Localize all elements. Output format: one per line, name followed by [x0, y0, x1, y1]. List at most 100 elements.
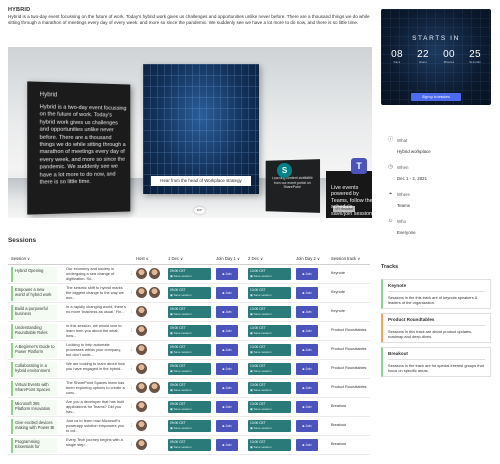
avatar[interactable]	[136, 420, 147, 431]
avatar[interactable]	[148, 382, 160, 393]
countdown-caption: Days	[393, 61, 401, 64]
day2-time-button[interactable]: 13:00 CET ▣ Save session	[248, 325, 291, 337]
join-day2-button[interactable]: ■ Join	[296, 344, 318, 356]
column-header-track[interactable]: Session track ∨	[331, 256, 360, 261]
join-day2-button[interactable]: ■ Join	[296, 306, 318, 318]
join-day1-button[interactable]: ■ Join	[216, 268, 238, 280]
avatar[interactable]	[136, 439, 147, 450]
join-day1-button[interactable]: ■ Join	[216, 420, 238, 432]
info-icon: ⓘ	[387, 137, 394, 143]
countdown-caption: Minutes	[443, 61, 455, 64]
day1-time-button[interactable]: 09:00 CET ▣ Save session	[168, 420, 211, 432]
column-header-session[interactable]: Session ∨	[11, 256, 30, 261]
day2-time-button[interactable]: 13:00 CET ▣ Save session	[248, 344, 291, 356]
day1-time-button[interactable]: 09:00 CET ▣ Save session	[168, 363, 211, 375]
track-card-breakout[interactable]: Breakout Sessions in the track are for s…	[381, 347, 491, 377]
day1-time-button[interactable]: 09:00 CET ▣ Save session	[168, 325, 211, 337]
avatar[interactable]	[136, 344, 147, 355]
track-card-keynote[interactable]: Keynote Sessions in the this track are o…	[381, 279, 491, 309]
day2-time-button[interactable]: 13:00 CET ▣ Save session	[248, 401, 291, 413]
more-icon[interactable]: ⋮	[129, 290, 134, 296]
join-label: Join	[225, 272, 232, 276]
session-title-link[interactable]: Understanding Roundtable Roles	[11, 324, 57, 339]
join-day1-button[interactable]: ■ Join	[216, 325, 238, 337]
day1-time-button[interactable]: 09:00 CET ▣ Save session	[168, 344, 211, 356]
avatar[interactable]	[136, 382, 147, 393]
join-day1-button[interactable]: ■ Join	[216, 401, 238, 413]
join-day1-button[interactable]: ■ Join	[216, 363, 238, 375]
session-title-link[interactable]: Give excited devices making with Power B…	[11, 419, 57, 434]
join-day2-button[interactable]: ■ Join	[296, 287, 318, 299]
session-title-link[interactable]: A Beginner's Guide to Power Platform	[11, 343, 57, 358]
day2-time-button[interactable]: 13:00 CET ▣ Save session	[248, 439, 291, 451]
more-icon[interactable]: ⋮	[129, 442, 134, 448]
day2-time-button[interactable]: 13:00 CET ▣ Save session	[248, 420, 291, 432]
session-title-link[interactable]: Empower a new world of hybrid work	[11, 286, 57, 301]
avatar[interactable]	[136, 401, 147, 412]
join-day2-button[interactable]: ■ Join	[296, 420, 318, 432]
avatar[interactable]	[136, 325, 147, 336]
avatar[interactable]	[148, 287, 160, 298]
session-track: Breakout	[331, 423, 347, 427]
countdown-hours: 22 Hours	[413, 49, 433, 64]
join-day1-button[interactable]: ■ Join	[216, 382, 238, 394]
session-title-link[interactable]: Build a purposeful business	[11, 305, 57, 320]
sign-up-button[interactable]: Sign up to sessions	[411, 93, 461, 101]
day1-time-button[interactable]: 09:00 CET ▣ Save session	[168, 306, 211, 318]
more-icon[interactable]: ⋮	[129, 404, 134, 410]
save-session-text: Save session	[253, 387, 272, 392]
countdown-label: STARTS IN	[412, 35, 460, 42]
join-day2-button[interactable]: ■ Join	[296, 325, 318, 337]
join-day2-button[interactable]: ■ Join	[296, 401, 318, 413]
more-icon[interactable]: ⋮	[129, 366, 134, 372]
join-day2-button[interactable]: ■ Join	[296, 268, 318, 280]
session-title-link[interactable]: Programming Essentials for	[11, 438, 57, 453]
join-day1-button[interactable]: ■ Join	[216, 439, 238, 451]
session-track: Keynote	[331, 290, 345, 294]
more-icon[interactable]: ⋮	[129, 423, 134, 429]
more-icon[interactable]: ⋮	[129, 271, 134, 277]
avatar[interactable]	[136, 287, 147, 298]
day1-time-button[interactable]: 09:00 CET ▣ Save session	[168, 382, 211, 394]
join-day1-button[interactable]: ■ Join	[216, 287, 238, 299]
day2-time-button[interactable]: 13:00 CET ▣ Save session	[248, 363, 291, 375]
column-header-day2[interactable]: 2 Dec ∨	[248, 256, 263, 261]
day1-time-button[interactable]: 09:00 CET ▣ Save session	[168, 401, 211, 413]
day1-time-button[interactable]: 09:00 CET ▣ Save session	[168, 268, 211, 280]
column-header-join-day1[interactable]: Join Day 1 ∨	[216, 256, 240, 261]
join-day1-button[interactable]: ■ Join	[216, 344, 238, 356]
track-card-product-roundtables[interactable]: Product Roundtables Sessions in this tra…	[381, 313, 491, 343]
more-icon[interactable]: ⋮	[129, 347, 134, 353]
column-header-join-day2[interactable]: Join Day 2 ∨	[296, 256, 320, 261]
avatar[interactable]	[148, 268, 160, 279]
join-day2-button[interactable]: ■ Join	[296, 439, 318, 451]
column-header-host[interactable]: Host ∨	[136, 256, 149, 261]
more-icon[interactable]: ⋮	[129, 328, 134, 334]
tracks-heading: Tracks	[381, 264, 399, 270]
session-title-link[interactable]: Virtual Events with SharePoint Spaces	[11, 381, 57, 396]
vr-headset-button[interactable]: VR Headset	[333, 206, 356, 212]
more-icon[interactable]: ⋮	[129, 385, 134, 391]
session-title-link[interactable]: Hybrid Opening	[11, 267, 57, 282]
join-day2-button[interactable]: ■ Join	[296, 363, 318, 375]
more-icon[interactable]: ⋮	[129, 309, 134, 315]
save-session-label: ▣ Save session	[250, 369, 289, 374]
save-session-label: ▣ Save session	[170, 350, 209, 355]
avatar[interactable]	[136, 268, 147, 279]
day2-time-button[interactable]: 13:00 CET ▣ Save session	[248, 268, 291, 280]
join-day2-button[interactable]: ■ Join	[296, 382, 318, 394]
day2-time-button[interactable]: 13:00 CET ▣ Save session	[248, 287, 291, 299]
session-title-link[interactable]: Microsoft 365 Platform Innovation	[11, 400, 57, 415]
day2-time-button[interactable]: 13:00 CET ▣ Save session	[248, 306, 291, 318]
join-day1-button[interactable]: ■ Join	[216, 306, 238, 318]
day1-time-button[interactable]: 09:00 CET ▣ Save session	[168, 287, 211, 299]
day1-time-button[interactable]: 09:00 CET ▣ Save session	[168, 439, 211, 451]
day2-time-button[interactable]: 13:00 CET ▣ Save session	[248, 382, 291, 394]
save-session-text: Save session	[173, 368, 192, 373]
table-row: Collaborating in a hybrid environment We …	[8, 360, 370, 379]
avatar[interactable]	[136, 363, 147, 374]
avatar[interactable]	[136, 306, 147, 317]
column-header-day1[interactable]: 1 Dec ∨	[168, 256, 183, 261]
save-session-text: Save session	[253, 311, 272, 316]
session-title-link[interactable]: Collaborating in a hybrid environment	[11, 362, 57, 377]
